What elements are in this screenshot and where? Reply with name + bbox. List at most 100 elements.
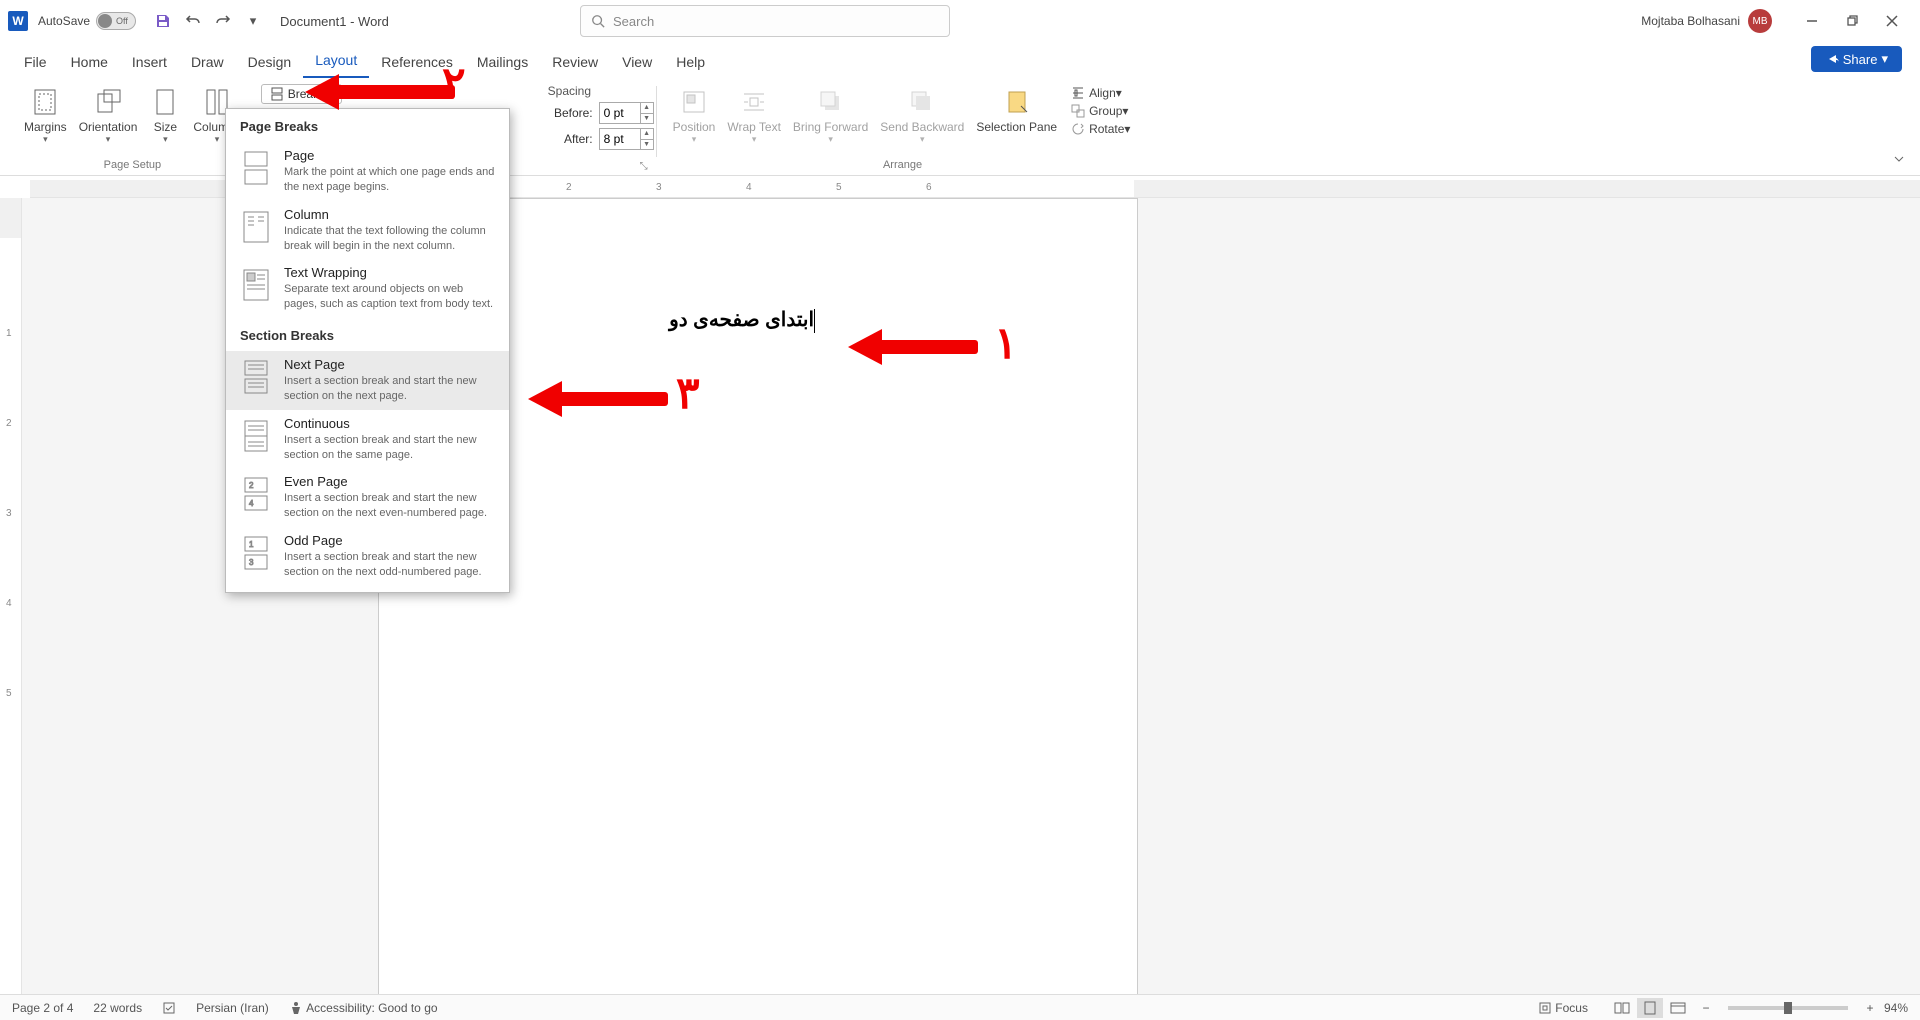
search-input[interactable]: Search (580, 5, 950, 37)
tab-review[interactable]: Review (540, 46, 610, 78)
undo-icon[interactable] (182, 10, 204, 32)
text-wrap-break-icon (238, 265, 274, 305)
break-continuous[interactable]: ContinuousInsert a section break and sta… (226, 410, 509, 469)
close-button[interactable] (1872, 6, 1912, 36)
next-page-break-icon (238, 357, 274, 397)
spacing-before-label: Before: (548, 106, 593, 120)
break-column[interactable]: ColumnIndicate that the text following t… (226, 201, 509, 260)
group-arrange: Position▾ Wrap Text▾ Bring Forward▾ Send… (659, 82, 1147, 175)
group-label-arrange: Arrange (883, 159, 922, 175)
restore-button[interactable] (1832, 6, 1872, 36)
group-button[interactable]: Group ▾ (1067, 102, 1134, 120)
tab-file[interactable]: File (12, 46, 59, 78)
focus-button[interactable]: Focus (1538, 1001, 1588, 1015)
svg-text:2: 2 (249, 481, 254, 490)
send-backward-button[interactable]: Send Backward▾ (874, 82, 970, 149)
odd-page-break-icon: 13 (238, 533, 274, 573)
status-page[interactable]: Page 2 of 4 (12, 1001, 73, 1015)
title-bar: W AutoSave Off ▾ Document1 - Word Search… (0, 0, 1920, 42)
document-title: Document1 - Word (280, 14, 389, 29)
autosave-toggle[interactable]: Off (96, 12, 136, 30)
bring-forward-button[interactable]: Bring Forward▾ (787, 82, 874, 149)
zoom-slider[interactable] (1728, 1006, 1848, 1010)
even-page-break-icon: 24 (238, 474, 274, 514)
status-accessibility[interactable]: Accessibility: Good to go (289, 1001, 438, 1015)
spacing-header: Spacing (548, 84, 654, 98)
selection-pane-button[interactable]: Selection Pane (970, 82, 1063, 149)
svg-text:4: 4 (249, 499, 254, 508)
column-break-icon (238, 207, 274, 247)
annotation-arrow-2 (335, 85, 455, 99)
status-proofing-icon[interactable] (162, 1001, 176, 1015)
tab-draw[interactable]: Draw (179, 46, 236, 78)
vertical-ruler[interactable]: 12345 (0, 198, 22, 994)
group-page-setup: Margins▾ Orientation▾ Size▾ Columns▾ Pag… (10, 82, 255, 175)
rotate-icon (1071, 122, 1085, 136)
page-break-icon (238, 148, 274, 188)
view-web-icon[interactable] (1665, 998, 1691, 1018)
redo-icon[interactable] (212, 10, 234, 32)
tab-insert[interactable]: Insert (120, 46, 179, 78)
zoom-in-button[interactable]: + (1857, 998, 1883, 1018)
section-breaks-header: Section Breaks (226, 318, 509, 351)
minimize-button[interactable] (1792, 6, 1832, 36)
word-logo: W (8, 11, 28, 31)
search-icon (591, 14, 605, 28)
break-text-wrapping[interactable]: Text WrappingSeparate text around object… (226, 259, 509, 318)
tab-view[interactable]: View (610, 46, 664, 78)
spacing-after-label: After: (548, 132, 593, 146)
svg-text:1: 1 (249, 540, 254, 549)
user-avatar[interactable]: MB (1748, 9, 1772, 33)
user-name[interactable]: Mojtaba Bolhasani (1641, 14, 1740, 28)
ribbon-collapse-icon[interactable] (1892, 152, 1906, 169)
size-button[interactable]: Size▾ (143, 82, 187, 149)
orientation-button[interactable]: Orientation▾ (73, 82, 144, 149)
continuous-break-icon (238, 416, 274, 456)
text-line[interactable]: ابتدای صفحه‌ی دو (669, 307, 817, 333)
break-odd-page[interactable]: 13 Odd PageInsert a section break and st… (226, 527, 509, 586)
tab-help[interactable]: Help (664, 46, 717, 78)
status-words[interactable]: 22 words (93, 1001, 142, 1015)
status-language[interactable]: Persian (Iran) (196, 1001, 269, 1015)
svg-text:3: 3 (249, 558, 254, 567)
qat-dropdown-icon[interactable]: ▾ (242, 10, 264, 32)
margins-button[interactable]: Margins▾ (18, 82, 73, 149)
breaks-icon (270, 87, 284, 101)
paragraph-launcher-icon[interactable]: ⤡ (640, 161, 652, 173)
status-bar: Page 2 of 4 22 words Persian (Iran) Acce… (0, 994, 1920, 1020)
tab-mailings[interactable]: Mailings (465, 46, 540, 78)
break-page[interactable]: PageMark the point at which one page end… (226, 142, 509, 201)
breaks-dropdown: Page Breaks PageMark the point at which … (225, 108, 510, 593)
save-icon[interactable] (152, 10, 174, 32)
zoom-level[interactable]: 94% (1884, 1001, 1908, 1015)
page-breaks-header: Page Breaks (226, 109, 509, 142)
spacing-before-input[interactable]: ▲▼ (599, 102, 654, 124)
align-icon (1071, 86, 1085, 100)
zoom-out-button[interactable]: − (1693, 998, 1719, 1018)
focus-icon (1538, 1001, 1552, 1015)
annotation-arrow-1 (878, 340, 978, 354)
annotation-label-1: ۱ (994, 318, 1018, 369)
tab-design[interactable]: Design (236, 46, 304, 78)
rotate-button[interactable]: Rotate ▾ (1067, 120, 1134, 138)
view-print-icon[interactable] (1637, 998, 1663, 1018)
accessibility-icon (289, 1001, 303, 1015)
autosave-label: AutoSave (38, 14, 90, 28)
group-label-page-setup: Page Setup (104, 159, 162, 175)
tab-layout[interactable]: Layout (303, 44, 369, 78)
annotation-label-2: ۲ (442, 58, 466, 109)
view-read-icon[interactable] (1609, 998, 1635, 1018)
break-next-page[interactable]: Next PageInsert a section break and star… (226, 351, 509, 410)
align-button[interactable]: Align ▾ (1067, 84, 1134, 102)
break-even-page[interactable]: 24 Even PageInsert a section break and s… (226, 468, 509, 527)
spacing-after-input[interactable]: ▲▼ (599, 128, 654, 150)
ribbon-tabs: File Home Insert Draw Design Layout Refe… (0, 42, 1920, 78)
tab-home[interactable]: Home (59, 46, 120, 78)
position-button[interactable]: Position▾ (667, 82, 722, 149)
wrap-text-button[interactable]: Wrap Text▾ (721, 82, 787, 149)
share-icon (1825, 52, 1839, 66)
share-button[interactable]: Share ▾ (1811, 46, 1902, 72)
annotation-arrow-3 (558, 392, 668, 406)
group-spacing: Spacing Before: ▲▼ After: ▲▼ ⤡ (548, 82, 654, 175)
annotation-label-3: ۳ (676, 368, 700, 419)
